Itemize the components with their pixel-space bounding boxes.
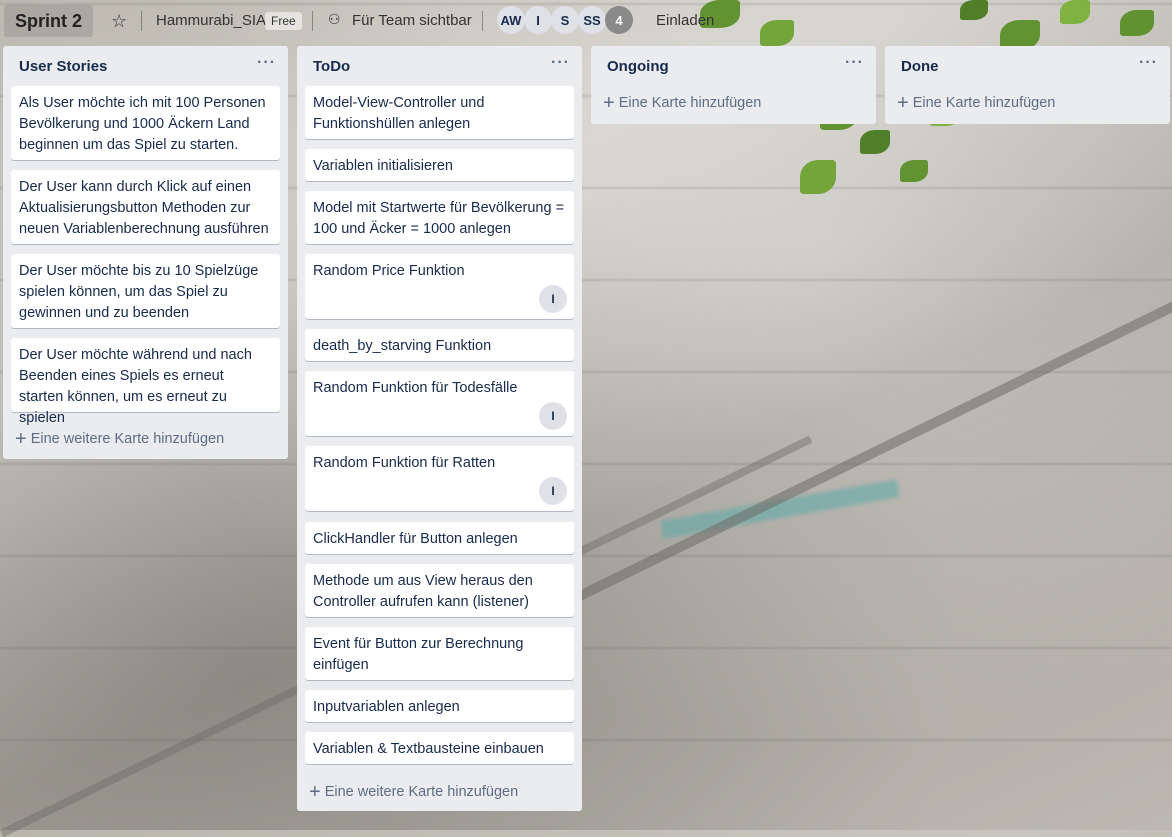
list-done: Done ··· + Eine Karte hinzufügen <box>885 46 1170 124</box>
plus-icon: + <box>603 92 615 114</box>
card[interactable]: ClickHandler für Button anlegen <box>305 522 574 554</box>
card-text: Variablen initialisieren <box>313 158 453 174</box>
plus-icon: + <box>309 781 321 803</box>
card[interactable]: Random Price Funktion I <box>305 254 574 319</box>
card-text: Random Price Funktion <box>313 263 465 279</box>
card-text: Random Funktion für Ratten <box>313 455 496 471</box>
add-card-label: Eine weitere Karte hinzufügen <box>30 431 225 447</box>
list-todo: ToDo ··· Model-View-Controller und Funkt… <box>297 46 582 811</box>
card-member-avatar[interactable]: I <box>539 402 567 430</box>
list-title[interactable]: ToDo <box>313 58 350 75</box>
more-horizontal-icon[interactable]: ··· <box>1139 54 1158 72</box>
add-card-button[interactable]: + Eine Karte hinzufügen <box>897 92 1056 114</box>
card-text: death_by_starving Funktion <box>313 338 492 354</box>
card-text: Der User kann durch Klick auf einen Aktu… <box>19 179 269 237</box>
card[interactable]: Als User möchte ich mit 100 Personen Bev… <box>11 86 280 160</box>
visibility-button[interactable]: Für Team sichtbar <box>352 12 472 29</box>
card[interactable]: Random Funktion für Ratten I <box>305 446 574 511</box>
card[interactable]: Random Funktion für Todesfälle I <box>305 371 574 436</box>
team-visibility-icon: ⚇ <box>328 11 341 27</box>
card[interactable]: Der User möchte bis zu 10 Spielzüge spie… <box>11 254 280 328</box>
card[interactable]: Methode um aus View heraus den Controlle… <box>305 564 574 617</box>
card-text: ClickHandler für Button anlegen <box>313 531 518 547</box>
star-icon[interactable]: ☆ <box>111 11 127 32</box>
member-overflow-badge[interactable]: 4 <box>605 6 633 34</box>
card-text: Variablen & Textbausteine einbauen <box>313 741 544 757</box>
card[interactable]: Der User möchte während und nach Beenden… <box>11 338 280 426</box>
board-header: Sprint 2 ☆ Hammurabi_SIA Free ⚇ Für Team… <box>0 0 1172 42</box>
add-card-label: Eine Karte hinzufügen <box>912 95 1056 111</box>
member-avatar[interactable]: SS <box>578 6 606 34</box>
card-text: Model mit Startwerte für Bevölkerung = 1… <box>313 200 565 237</box>
invite-button[interactable]: Einladen <box>656 12 714 29</box>
card[interactable]: Variablen initialisieren <box>305 149 574 181</box>
card[interactable]: Model mit Startwerte für Bevölkerung = 1… <box>305 191 574 244</box>
board-title[interactable]: Sprint 2 <box>4 5 94 37</box>
more-horizontal-icon[interactable]: ··· <box>257 54 276 72</box>
card[interactable]: Der User kann durch Klick auf einen Aktu… <box>11 170 280 244</box>
header-divider <box>141 11 142 31</box>
header-divider <box>312 11 313 31</box>
more-horizontal-icon[interactable]: ··· <box>845 54 864 72</box>
add-card-button[interactable]: + Eine weitere Karte hinzufügen <box>15 428 225 450</box>
more-horizontal-icon[interactable]: ··· <box>551 54 570 72</box>
card-text: Random Funktion für Todesfälle <box>313 380 518 396</box>
plus-icon: + <box>15 428 27 450</box>
card-text: Model-View-Controller und Funktionshülle… <box>313 95 485 132</box>
add-card-label: Eine weitere Karte hinzufügen <box>324 784 519 800</box>
card-text: Als User möchte ich mit 100 Personen Bev… <box>19 95 266 153</box>
member-avatar[interactable]: S <box>551 6 579 34</box>
member-avatar[interactable]: I <box>524 6 552 34</box>
card-member-avatar[interactable]: I <box>539 477 567 505</box>
card[interactable]: Variablen & Textbausteine einbauen <box>305 732 574 764</box>
card-text: Methode um aus View heraus den Controlle… <box>313 573 533 610</box>
list-title[interactable]: Ongoing <box>607 58 669 75</box>
card-text: Inputvariablen anlegen <box>313 699 460 715</box>
add-card-button[interactable]: + Eine weitere Karte hinzufügen <box>309 781 519 803</box>
list-title[interactable]: Done <box>901 58 939 75</box>
card-text: Event für Button zur Berechnung einfügen <box>313 636 524 673</box>
list-user-stories: User Stories ··· Als User möchte ich mit… <box>3 46 288 459</box>
member-avatar[interactable]: AW <box>497 6 525 34</box>
plus-icon: + <box>897 92 909 114</box>
add-card-label: Eine Karte hinzufügen <box>618 95 762 111</box>
card-text: Der User möchte während und nach Beenden… <box>19 347 252 426</box>
card[interactable]: Inputvariablen anlegen <box>305 690 574 722</box>
header-divider <box>482 11 483 31</box>
add-card-button[interactable]: + Eine Karte hinzufügen <box>603 92 762 114</box>
plan-badge: Free <box>265 12 302 30</box>
team-name[interactable]: Hammurabi_SIA <box>156 12 266 29</box>
card-member-avatar[interactable]: I <box>539 285 567 313</box>
card-text: Der User möchte bis zu 10 Spielzüge spie… <box>19 263 259 321</box>
card[interactable]: Event für Button zur Berechnung einfügen <box>305 627 574 680</box>
list-ongoing: Ongoing ··· + Eine Karte hinzufügen <box>591 46 876 124</box>
card[interactable]: Model-View-Controller und Funktionshülle… <box>305 86 574 139</box>
list-title[interactable]: User Stories <box>19 58 107 75</box>
card[interactable]: death_by_starving Funktion <box>305 329 574 361</box>
